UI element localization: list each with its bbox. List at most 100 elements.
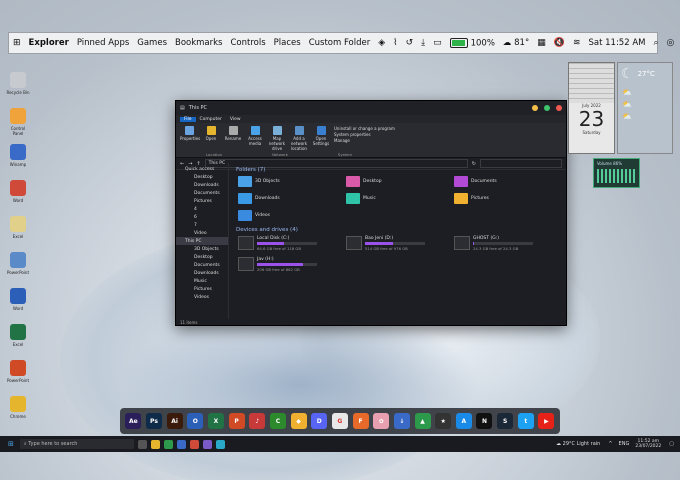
folder-item[interactable]: Downloads <box>238 193 346 204</box>
nav-item[interactable]: Desktop <box>176 253 228 261</box>
nav-item[interactable]: 6 <box>176 213 228 221</box>
dock-app-icon[interactable]: G <box>331 413 348 429</box>
drive-item[interactable]: Jav (H:) 206 GB free of 862 GB <box>238 257 346 272</box>
grid-icon[interactable]: ▦ <box>533 38 550 48</box>
dock-app-icon[interactable]: F <box>352 413 369 429</box>
paperclip-icon[interactable]: ⌇ <box>389 38 401 48</box>
taskbar-search[interactable]: ⌕ Type here to search <box>19 439 134 449</box>
dock-app-icon[interactable]: D <box>311 413 328 429</box>
close-button[interactable] <box>556 105 562 111</box>
menu-places[interactable]: Places <box>270 38 305 48</box>
windows-logo-icon[interactable]: ⊞ <box>9 38 25 48</box>
dock-app-icon[interactable]: ◆ <box>290 413 307 429</box>
dock-app-icon[interactable]: O <box>187 413 204 429</box>
desktop-icon[interactable]: Excel <box>5 216 31 239</box>
drive-item[interactable]: GHOST (G:) 24.3 GB free of 24.3 GB <box>454 236 562 251</box>
nav-item[interactable]: 7 <box>176 221 228 229</box>
tab-view[interactable]: View <box>226 117 245 122</box>
dock-app-icon[interactable]: t <box>517 413 534 429</box>
desktop-icon[interactable]: Control Panel <box>5 108 31 136</box>
dock-app-icon[interactable]: X <box>207 413 224 429</box>
desktop-icon[interactable]: PowerPoint <box>5 252 31 275</box>
tray-chevron-icon[interactable]: ^ <box>608 441 612 447</box>
nav-item[interactable]: 3D Objects <box>176 245 228 253</box>
nav-item[interactable]: This PC <box>176 237 228 245</box>
dock-app-icon[interactable]: ★ <box>435 413 452 429</box>
dock-app-icon[interactable]: Ps <box>145 413 162 429</box>
desktop-icon[interactable]: Chrome <box>5 396 31 419</box>
nav-item[interactable]: 4 <box>176 205 228 213</box>
dock-app-icon[interactable]: ▲ <box>414 413 431 429</box>
drives-heading[interactable]: Devices and drives (4) <box>236 227 562 233</box>
open-settings-button[interactable]: Open Settings <box>312 126 330 146</box>
open-button[interactable]: Open <box>202 126 220 141</box>
task-view-icon[interactable] <box>137 439 147 449</box>
file-explorer-icon[interactable] <box>150 439 160 449</box>
minimize-button[interactable] <box>532 105 538 111</box>
taskbar-lang[interactable]: ENG <box>619 441 630 447</box>
map-network-drive-button[interactable]: Map network drive <box>268 126 286 151</box>
dock-app-icon[interactable]: N <box>476 413 493 429</box>
dock-app-icon[interactable]: ↓ <box>393 413 410 429</box>
nav-item[interactable]: Documents <box>176 261 228 269</box>
weather-status[interactable]: ☁ 81° <box>499 38 533 48</box>
menu-bookmarks[interactable]: Bookmarks <box>171 38 227 48</box>
taskbar-app-icon[interactable] <box>189 439 199 449</box>
taskbar-app-icon[interactable] <box>176 439 186 449</box>
taskbar-app-icon[interactable] <box>215 439 225 449</box>
drive-item[interactable]: Bao Jeni (D:) 514 GB free of 976 GB <box>346 236 454 251</box>
calendar-widget[interactable]: July 2022 23 Saturday <box>568 62 615 154</box>
desktop-icon[interactable]: Word <box>5 180 31 203</box>
window-titlebar[interactable]: ▤ This PC <box>176 101 566 115</box>
taskbar-weather[interactable]: 29°C Light rain <box>563 441 601 447</box>
monitor-icon[interactable]: ▭ <box>429 38 446 48</box>
dock-app-icon[interactable]: ▶ <box>538 413 555 429</box>
nav-item[interactable]: Quick access <box>176 165 228 173</box>
weather-widget[interactable]: ☾ 27°C ⛅ ⛅ ⛅ <box>617 62 673 154</box>
properties-button[interactable]: Properties <box>180 126 200 141</box>
nav-item[interactable]: Downloads <box>176 269 228 277</box>
mute-icon[interactable]: 🔇 <box>550 38 569 48</box>
nav-item[interactable]: Music <box>176 277 228 285</box>
folder-item[interactable]: Documents <box>454 176 562 187</box>
desktop-icon[interactable]: Excel <box>5 324 31 347</box>
system-properties-link[interactable]: System properties <box>334 132 395 137</box>
desktop-icon[interactable]: Recycle Bin <box>5 72 31 95</box>
search-icon[interactable]: ⌕ <box>649 38 662 48</box>
dock-app-icon[interactable]: Ae <box>125 413 142 429</box>
nav-item[interactable]: Videos <box>176 293 228 301</box>
menu-games[interactable]: Games <box>133 38 171 48</box>
dock-app-icon[interactable]: P <box>228 413 245 429</box>
taskbar-clock[interactable]: 11:52 am 23/07/2022 <box>635 439 661 449</box>
desktop-icon[interactable]: PowerPoint <box>5 360 31 383</box>
folders-heading[interactable]: Folders (7) <box>236 167 562 173</box>
volume-widget[interactable]: Volume 86% <box>593 158 640 188</box>
start-icon[interactable]: ⊞ <box>8 440 14 448</box>
tab-file[interactable]: File <box>180 116 196 122</box>
folder-item[interactable]: Music <box>346 193 454 204</box>
manage-link[interactable]: Manage <box>334 138 395 143</box>
download-icon[interactable]: ⤓ <box>417 38 429 48</box>
dock-app-icon[interactable]: S <box>497 413 514 429</box>
dock-app-icon[interactable]: A <box>455 413 472 429</box>
diamond-icon[interactable]: ◈ <box>374 38 389 48</box>
folder-item[interactable]: Videos <box>238 210 346 221</box>
notification-icon[interactable]: ▢ <box>669 441 674 447</box>
nav-item[interactable]: Video <box>176 229 228 237</box>
menu-explorer[interactable]: Explorer <box>25 38 73 48</box>
history-icon[interactable]: ↺ <box>402 38 418 48</box>
folder-item[interactable]: Desktop <box>346 176 454 187</box>
menu-pinned-apps[interactable]: Pinned Apps <box>73 38 133 48</box>
desktop-icon[interactable]: Winamp <box>5 144 31 167</box>
uninstall-program-link[interactable]: Uninstall or change a program <box>334 126 395 131</box>
taskbar-app-icon[interactable] <box>163 439 173 449</box>
tab-computer[interactable]: Computer <box>196 117 226 122</box>
rename-button[interactable]: Rename <box>224 126 242 141</box>
folder-item[interactable]: Pictures <box>454 193 562 204</box>
folder-item[interactable]: 3D Objects <box>238 176 346 187</box>
nav-item[interactable]: Downloads <box>176 181 228 189</box>
dock-app-icon[interactable]: ✿ <box>373 413 390 429</box>
nav-item[interactable]: Desktop <box>176 173 228 181</box>
dock-app-icon[interactable]: Ai <box>166 413 183 429</box>
menu-custom-folder[interactable]: Custom Folder <box>305 38 375 48</box>
